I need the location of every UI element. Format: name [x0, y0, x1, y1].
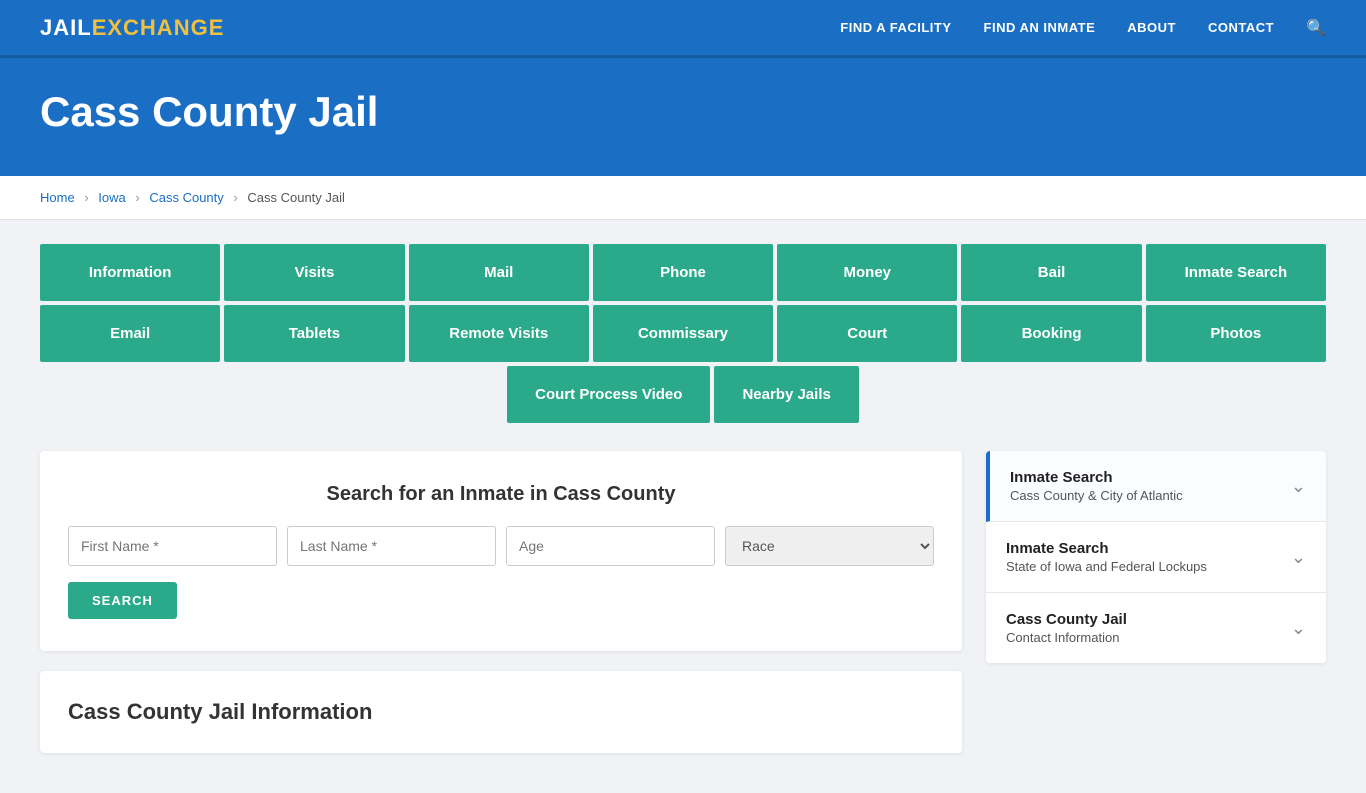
btn-nearby-jails[interactable]: Nearby Jails	[714, 366, 858, 423]
nav-contact[interactable]: CONTACT	[1208, 20, 1274, 35]
page-title: Cass County Jail	[40, 88, 1326, 136]
btn-email[interactable]: Email	[40, 305, 220, 362]
nav-about[interactable]: ABOUT	[1127, 20, 1176, 35]
btn-inmate-search[interactable]: Inmate Search	[1146, 244, 1326, 301]
button-grid-row2: Email Tablets Remote Visits Commissary C…	[40, 305, 1326, 362]
search-panel: Search for an Inmate in Cass County Race…	[40, 451, 962, 651]
chevron-down-icon-1: ⌄	[1291, 476, 1306, 497]
content-area: Home › Iowa › Cass County › Cass County …	[0, 176, 1366, 793]
sidebar-item-text-3: Cass County Jail Contact Information	[1006, 611, 1127, 645]
info-section: Cass County Jail Information	[40, 671, 962, 753]
btn-phone[interactable]: Phone	[593, 244, 773, 301]
breadcrumb-iowa[interactable]: Iowa	[98, 190, 125, 205]
chevron-down-icon-3: ⌄	[1291, 618, 1306, 639]
sidebar-item-subtitle-1: Cass County & City of Atlantic	[1010, 488, 1183, 503]
btn-information[interactable]: Information	[40, 244, 220, 301]
sidebar-item-inmate-search-cass[interactable]: Inmate Search Cass County & City of Atla…	[986, 451, 1326, 522]
sidebar-item-title-2: Inmate Search	[1006, 540, 1207, 557]
btn-court-process-video[interactable]: Court Process Video	[507, 366, 710, 423]
site-logo[interactable]: JAILEXCHANGE	[40, 15, 224, 41]
btn-mail[interactable]: Mail	[409, 244, 589, 301]
search-button[interactable]: SEARCH	[68, 582, 177, 619]
logo-part2: EXCHANGE	[92, 15, 225, 40]
button-grid-row1: Information Visits Mail Phone Money Bail…	[40, 244, 1326, 301]
sidebar-item-text-1: Inmate Search Cass County & City of Atla…	[1010, 469, 1183, 503]
nav-find-inmate[interactable]: FIND AN INMATE	[984, 20, 1096, 35]
last-name-input[interactable]	[287, 526, 496, 566]
breadcrumb-sep-2: ›	[135, 190, 139, 205]
breadcrumb-sep-3: ›	[233, 190, 237, 205]
navbar: JAILEXCHANGE FIND A FACILITY FIND AN INM…	[0, 0, 1366, 58]
sidebar-item-title-3: Cass County Jail	[1006, 611, 1127, 628]
nav-find-facility[interactable]: FIND A FACILITY	[840, 20, 951, 35]
sidebar: Inmate Search Cass County & City of Atla…	[986, 451, 1326, 663]
sidebar-item-subtitle-3: Contact Information	[1006, 630, 1127, 645]
age-input[interactable]	[506, 526, 715, 566]
btn-bail[interactable]: Bail	[961, 244, 1141, 301]
sidebar-item-contact-info[interactable]: Cass County Jail Contact Information ⌄	[986, 593, 1326, 663]
race-select[interactable]: Race	[725, 526, 934, 566]
btn-booking[interactable]: Booking	[961, 305, 1141, 362]
sidebar-card: Inmate Search Cass County & City of Atla…	[986, 451, 1326, 663]
btn-court[interactable]: Court	[777, 305, 957, 362]
search-icon[interactable]: 🔍	[1306, 18, 1326, 38]
button-grid-row3: Court Process Video Nearby Jails	[40, 366, 1326, 423]
left-column: Search for an Inmate in Cass County Race…	[40, 451, 962, 753]
breadcrumb-home[interactable]: Home	[40, 190, 75, 205]
btn-tablets[interactable]: Tablets	[224, 305, 404, 362]
breadcrumb-sep-1: ›	[84, 190, 88, 205]
hero-section: Cass County Jail	[0, 58, 1366, 176]
sidebar-item-title-1: Inmate Search	[1010, 469, 1183, 486]
btn-visits[interactable]: Visits	[224, 244, 404, 301]
main-layout: Search for an Inmate in Cass County Race…	[40, 451, 1326, 753]
info-title: Cass County Jail Information	[68, 699, 934, 725]
search-fields: Race	[68, 526, 934, 566]
logo-part1: JAIL	[40, 15, 92, 40]
btn-photos[interactable]: Photos	[1146, 305, 1326, 362]
sidebar-item-subtitle-2: State of Iowa and Federal Lockups	[1006, 559, 1207, 574]
breadcrumb: Home › Iowa › Cass County › Cass County …	[0, 176, 1366, 220]
search-title: Search for an Inmate in Cass County	[68, 483, 934, 506]
chevron-down-icon-2: ⌄	[1291, 547, 1306, 568]
sidebar-item-text-2: Inmate Search State of Iowa and Federal …	[1006, 540, 1207, 574]
sidebar-item-inmate-search-iowa[interactable]: Inmate Search State of Iowa and Federal …	[986, 522, 1326, 593]
first-name-input[interactable]	[68, 526, 277, 566]
btn-commissary[interactable]: Commissary	[593, 305, 773, 362]
nav-links: FIND A FACILITY FIND AN INMATE ABOUT CON…	[840, 18, 1326, 38]
btn-remote-visits[interactable]: Remote Visits	[409, 305, 589, 362]
btn-money[interactable]: Money	[777, 244, 957, 301]
breadcrumb-current: Cass County Jail	[247, 190, 345, 205]
breadcrumb-cass-county[interactable]: Cass County	[149, 190, 223, 205]
